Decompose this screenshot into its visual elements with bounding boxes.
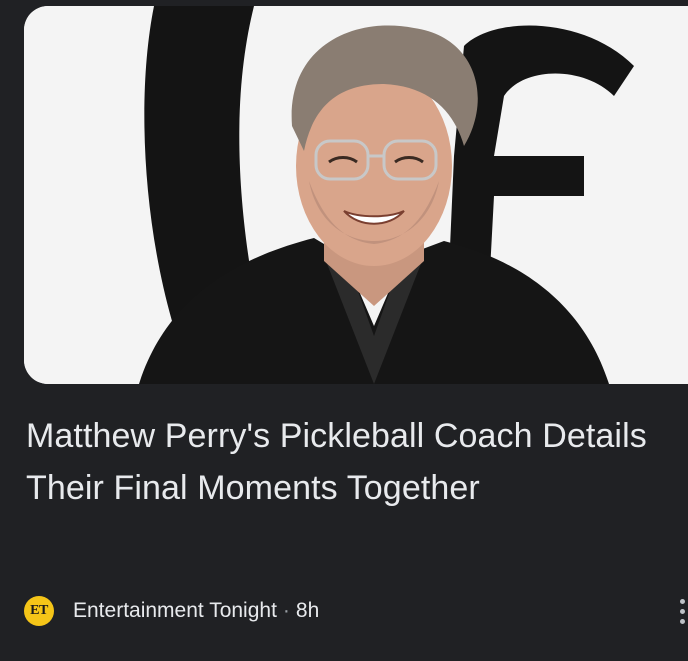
menu-dot	[679, 618, 685, 624]
more-vert-icon[interactable]	[676, 594, 688, 628]
separator-dot: ·	[282, 599, 290, 622]
news-card[interactable]: Matthew Perry's Pickleball Coach Details…	[0, 0, 688, 661]
article-photo	[24, 6, 688, 384]
et-logo-icon: ET	[24, 596, 54, 626]
source-row: ET Entertainment Tonight · 8h	[24, 594, 319, 628]
menu-dot	[679, 608, 685, 614]
menu-dot	[679, 598, 685, 604]
publish-age: 8h	[295, 599, 320, 622]
article-image[interactable]	[24, 6, 688, 384]
article-headline[interactable]: Matthew Perry's Pickleball Coach Details…	[26, 410, 666, 514]
source-name: Entertainment Tonight	[73, 599, 277, 622]
